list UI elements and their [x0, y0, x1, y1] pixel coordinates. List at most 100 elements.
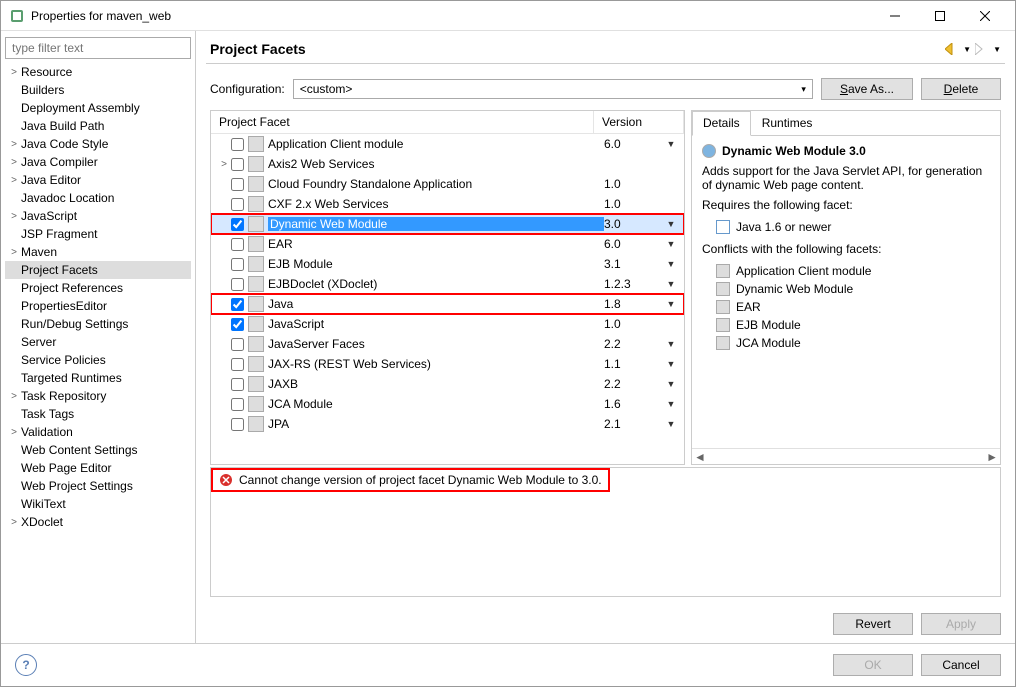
version-dropdown-icon[interactable]: ▼: [664, 339, 678, 349]
facet-icon: [248, 276, 264, 292]
col-version[interactable]: Version: [594, 111, 684, 133]
list-item: EJB Module: [702, 316, 990, 334]
version-dropdown-icon[interactable]: ▼: [664, 219, 678, 229]
facet-checkbox[interactable]: [231, 318, 244, 331]
tree-item[interactable]: JSP Fragment: [5, 225, 191, 243]
tree-item[interactable]: >JavaScript: [5, 207, 191, 225]
version-dropdown-icon[interactable]: ▼: [664, 139, 678, 149]
facet-row[interactable]: JavaServer Faces2.2▼: [211, 334, 684, 354]
back-menu-icon[interactable]: ▼: [963, 45, 971, 54]
facet-row[interactable]: Dynamic Web Module3.0▼: [211, 214, 684, 234]
facet-row[interactable]: JCA Module1.6▼: [211, 394, 684, 414]
tree-item[interactable]: Javadoc Location: [5, 189, 191, 207]
facet-checkbox[interactable]: [231, 258, 244, 271]
facet-row[interactable]: JAX-RS (REST Web Services)1.1▼: [211, 354, 684, 374]
facet-name: Axis2 Web Services: [268, 157, 604, 171]
tree-item[interactable]: >Task Repository: [5, 387, 191, 405]
version-dropdown-icon[interactable]: ▼: [664, 239, 678, 249]
module-icon: [716, 336, 730, 350]
facet-checkbox[interactable]: [231, 178, 244, 191]
version-dropdown-icon[interactable]: ▼: [664, 379, 678, 389]
tree-item[interactable]: >Resource: [5, 63, 191, 81]
error-icon: [219, 473, 233, 487]
tree-item[interactable]: Run/Debug Settings: [5, 315, 191, 333]
version-dropdown-icon[interactable]: ▼: [664, 279, 678, 289]
tree-item[interactable]: Deployment Assembly: [5, 99, 191, 117]
save-as-button[interactable]: Save As...: [821, 78, 913, 100]
tree-item[interactable]: Java Build Path: [5, 117, 191, 135]
revert-button[interactable]: Revert: [833, 613, 913, 635]
facet-checkbox[interactable]: [231, 398, 244, 411]
tree-item[interactable]: Web Page Editor: [5, 459, 191, 477]
version-dropdown-icon[interactable]: ▼: [664, 419, 678, 429]
filter-input[interactable]: [5, 37, 191, 59]
minimize-button[interactable]: [872, 2, 917, 30]
back-icon[interactable]: [945, 43, 959, 55]
tree-item[interactable]: Web Content Settings: [5, 441, 191, 459]
tab-runtimes[interactable]: Runtimes: [751, 111, 824, 135]
tree-item[interactable]: Task Tags: [5, 405, 191, 423]
tree-item[interactable]: Service Policies: [5, 351, 191, 369]
tree-item[interactable]: >Java Code Style: [5, 135, 191, 153]
h-scrollbar[interactable]: ◄►: [692, 448, 1000, 464]
tree-item[interactable]: Builders: [5, 81, 191, 99]
close-button[interactable]: [962, 2, 1007, 30]
maximize-button[interactable]: [917, 2, 962, 30]
tree-item[interactable]: >Validation: [5, 423, 191, 441]
facet-row[interactable]: JAXB2.2▼: [211, 374, 684, 394]
tree-item[interactable]: PropertiesEditor: [5, 297, 191, 315]
facet-checkbox[interactable]: [231, 198, 244, 211]
facet-checkbox[interactable]: [231, 378, 244, 391]
facet-checkbox[interactable]: [231, 298, 244, 311]
apply-button[interactable]: Apply: [921, 613, 1001, 635]
facet-row[interactable]: JavaScript1.0: [211, 314, 684, 334]
version-dropdown-icon[interactable]: ▼: [664, 259, 678, 269]
tree-item[interactable]: Targeted Runtimes: [5, 369, 191, 387]
facet-row[interactable]: JPA2.1▼: [211, 414, 684, 434]
configuration-combo[interactable]: <custom> ▾: [293, 79, 813, 99]
facet-checkbox[interactable]: [231, 358, 244, 371]
version-dropdown-icon[interactable]: ▼: [664, 399, 678, 409]
tree-item[interactable]: >Maven: [5, 243, 191, 261]
facet-row[interactable]: EAR6.0▼: [211, 234, 684, 254]
facet-row[interactable]: Java1.8▼: [211, 294, 684, 314]
tree-item[interactable]: Web Project Settings: [5, 477, 191, 495]
tree-item[interactable]: >Java Compiler: [5, 153, 191, 171]
facet-name: CXF 2.x Web Services: [268, 197, 604, 211]
tree-item[interactable]: Project References: [5, 279, 191, 297]
facet-row[interactable]: EJBDoclet (XDoclet)1.2.3▼: [211, 274, 684, 294]
col-facet[interactable]: Project Facet: [211, 111, 594, 133]
tree-item[interactable]: >XDoclet: [5, 513, 191, 531]
forward-icon[interactable]: [975, 43, 989, 55]
facet-checkbox[interactable]: [231, 238, 244, 251]
version-dropdown-icon[interactable]: ▼: [664, 359, 678, 369]
forward-menu-icon[interactable]: ▼: [993, 45, 1001, 54]
tree-item[interactable]: Project Facets: [5, 261, 191, 279]
facet-checkbox[interactable]: [231, 138, 244, 151]
facet-row[interactable]: CXF 2.x Web Services1.0: [211, 194, 684, 214]
category-tree[interactable]: >ResourceBuildersDeployment AssemblyJava…: [5, 63, 191, 637]
cancel-button[interactable]: Cancel: [921, 654, 1001, 676]
content-pane: Project Facets ▼ ▼ Configuration: <custo…: [196, 31, 1015, 643]
tree-item[interactable]: >Java Editor: [5, 171, 191, 189]
tree-item[interactable]: WikiText: [5, 495, 191, 513]
facet-checkbox[interactable]: [231, 158, 244, 171]
facet-row[interactable]: EJB Module3.1▼: [211, 254, 684, 274]
facet-version: 1.8: [604, 297, 664, 311]
tree-item[interactable]: Server: [5, 333, 191, 351]
facet-checkbox[interactable]: [231, 278, 244, 291]
java-icon: [716, 220, 730, 234]
help-icon[interactable]: ?: [15, 654, 37, 676]
delete-button[interactable]: Delete: [921, 78, 1001, 100]
facet-row[interactable]: >Axis2 Web Services: [211, 154, 684, 174]
facet-name: JavaServer Faces: [268, 337, 604, 351]
facet-checkbox[interactable]: [231, 338, 244, 351]
facet-checkbox[interactable]: [231, 418, 244, 431]
ok-button[interactable]: OK: [833, 654, 913, 676]
tab-details[interactable]: Details: [692, 111, 751, 136]
facet-checkbox[interactable]: [231, 218, 244, 231]
facet-row[interactable]: Cloud Foundry Standalone Application1.0: [211, 174, 684, 194]
version-dropdown-icon[interactable]: ▼: [664, 299, 678, 309]
nav-arrows: ▼ ▼: [945, 43, 1001, 55]
facet-row[interactable]: Application Client module6.0▼: [211, 134, 684, 154]
